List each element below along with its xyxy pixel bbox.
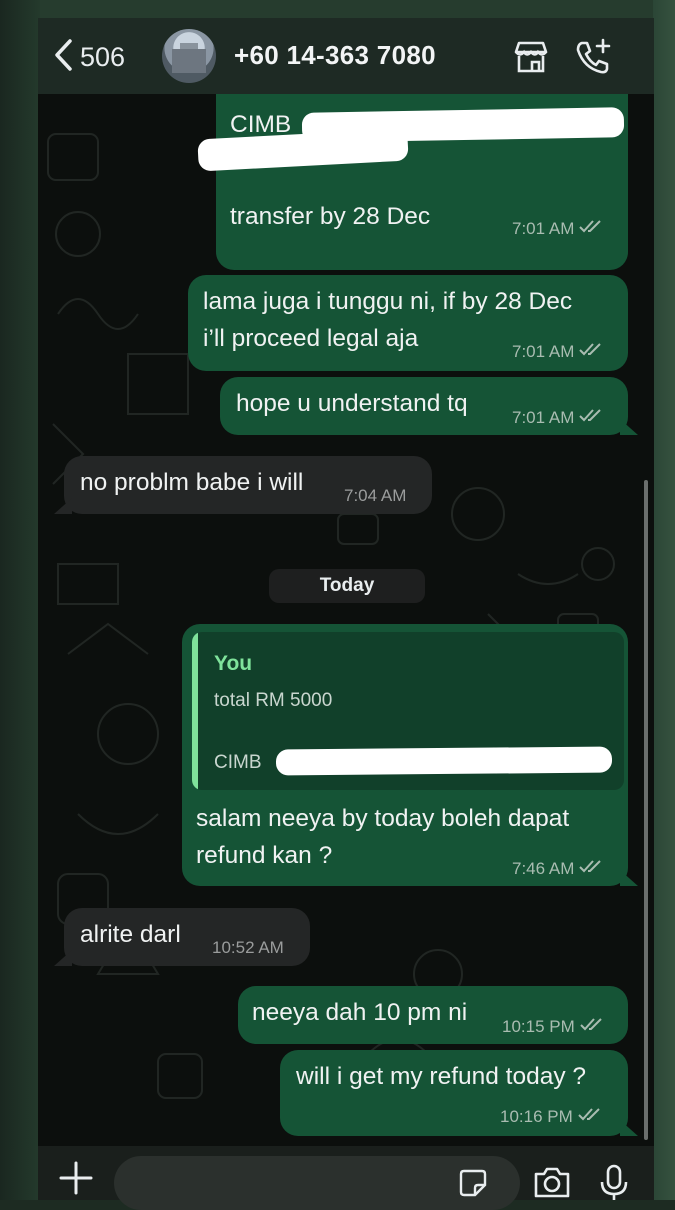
photo-frame-top xyxy=(0,0,675,20)
message-bubble-outgoing[interactable]: hope u understand tq 7:01 AM xyxy=(220,377,628,435)
quote-author: You xyxy=(214,652,253,675)
message-bubble-incoming[interactable]: no problm babe i will 7:04 AM xyxy=(64,456,432,514)
plus-icon xyxy=(58,1161,94,1200)
message-bubble-incoming[interactable]: alrite darl 10:52 AM xyxy=(64,908,310,966)
double-check-icon xyxy=(579,1016,605,1037)
message-time: 7:01 AM xyxy=(512,341,575,361)
contact-title[interactable]: +60 14-363 7080 xyxy=(234,40,436,71)
message-text: salam neeya by today boleh dapat xyxy=(196,805,570,832)
sticker-button[interactable] xyxy=(458,1168,488,1203)
double-check-icon xyxy=(578,407,604,428)
chat-header: 506 +60 14-363 7080 xyxy=(38,18,654,94)
message-bubble-outgoing[interactable]: neeya dah 10 pm ni 10:15 PM xyxy=(238,986,628,1044)
message-text: hope u understand tq xyxy=(236,390,468,417)
message-time: 7:04 AM xyxy=(344,486,407,505)
sticker-icon xyxy=(458,1169,488,1202)
add-call-icon xyxy=(574,38,612,80)
back-button[interactable]: 506 xyxy=(52,38,125,77)
message-text: transfer by 28 Dec xyxy=(230,203,431,230)
message-text: will i get my refund today ? xyxy=(296,1063,587,1090)
camera-button[interactable] xyxy=(532,1164,572,1205)
quoted-message[interactable]: You total RM 5000 CIMB xyxy=(192,632,624,790)
message-bubble-outgoing[interactable]: You total RM 5000 CIMB salam neeya by to… xyxy=(182,624,628,886)
message-time: 10:15 PM xyxy=(502,1016,575,1036)
avatar[interactable] xyxy=(162,29,216,83)
scrollbar[interactable] xyxy=(644,480,648,1140)
message-meta: 7:01 AM xyxy=(512,341,604,362)
message-text: no problm babe i will xyxy=(80,469,304,496)
quote-text: total RM 5000 xyxy=(214,690,333,711)
message-time: 7:01 AM xyxy=(512,407,575,427)
message-bubble-outgoing[interactable]: will i get my refund today ? 10:16 PM xyxy=(280,1050,628,1136)
photo-frame-right xyxy=(653,0,675,1200)
message-meta: 10:16 PM xyxy=(500,1106,603,1127)
double-check-icon xyxy=(578,858,604,879)
voice-message-button[interactable] xyxy=(594,1164,634,1205)
message-text: lama juga i tunggu ni, if by 28 Dec xyxy=(203,288,573,315)
date-separator: Today xyxy=(269,569,425,603)
redaction-mark xyxy=(197,128,409,172)
message-text: i’ll proceed legal aja xyxy=(203,325,419,352)
add-call-button[interactable] xyxy=(574,38,612,81)
message-meta: 7:01 AM xyxy=(512,407,604,428)
message-time: 10:16 PM xyxy=(500,1106,573,1126)
storefront-icon xyxy=(512,41,550,80)
camera-icon xyxy=(532,1167,572,1204)
message-meta: 7:01 AM xyxy=(512,218,604,239)
photo-frame-left xyxy=(0,0,40,1200)
double-check-icon xyxy=(578,218,604,239)
message-meta: 10:15 PM xyxy=(502,1016,605,1037)
avatar-photo-building xyxy=(172,49,206,73)
message-time: 7:46 AM xyxy=(512,858,575,878)
chevron-left-icon xyxy=(52,38,74,77)
unread-count: 506 xyxy=(80,42,126,72)
message-text: refund kan ? xyxy=(196,842,333,869)
double-check-icon xyxy=(578,341,604,362)
quote-accent-bar xyxy=(192,632,198,790)
message-bubble-outgoing[interactable]: lama juga i tunggu ni, if by 28 Dec i’ll… xyxy=(188,275,628,371)
message-time: 7:01 AM xyxy=(512,218,575,238)
microphone-icon xyxy=(594,1164,634,1204)
double-check-icon xyxy=(577,1106,603,1127)
message-meta: 7:46 AM xyxy=(512,858,604,879)
redaction-mark xyxy=(275,746,613,776)
message-text: neeya dah 10 pm ni xyxy=(252,999,468,1026)
attach-button[interactable] xyxy=(58,1160,94,1201)
quote-text: CIMB xyxy=(214,752,262,773)
message-time: 10:52 AM xyxy=(212,938,284,957)
message-composer xyxy=(38,1146,654,1210)
chat-area[interactable]: CIMB transfer by 28 Dec 7:01 AM lama jug… xyxy=(38,94,654,1146)
message-bubble-outgoing[interactable]: CIMB transfer by 28 Dec 7:01 AM xyxy=(197,94,628,270)
storefront-button[interactable] xyxy=(512,38,550,81)
message-text: alrite darl xyxy=(80,921,181,948)
